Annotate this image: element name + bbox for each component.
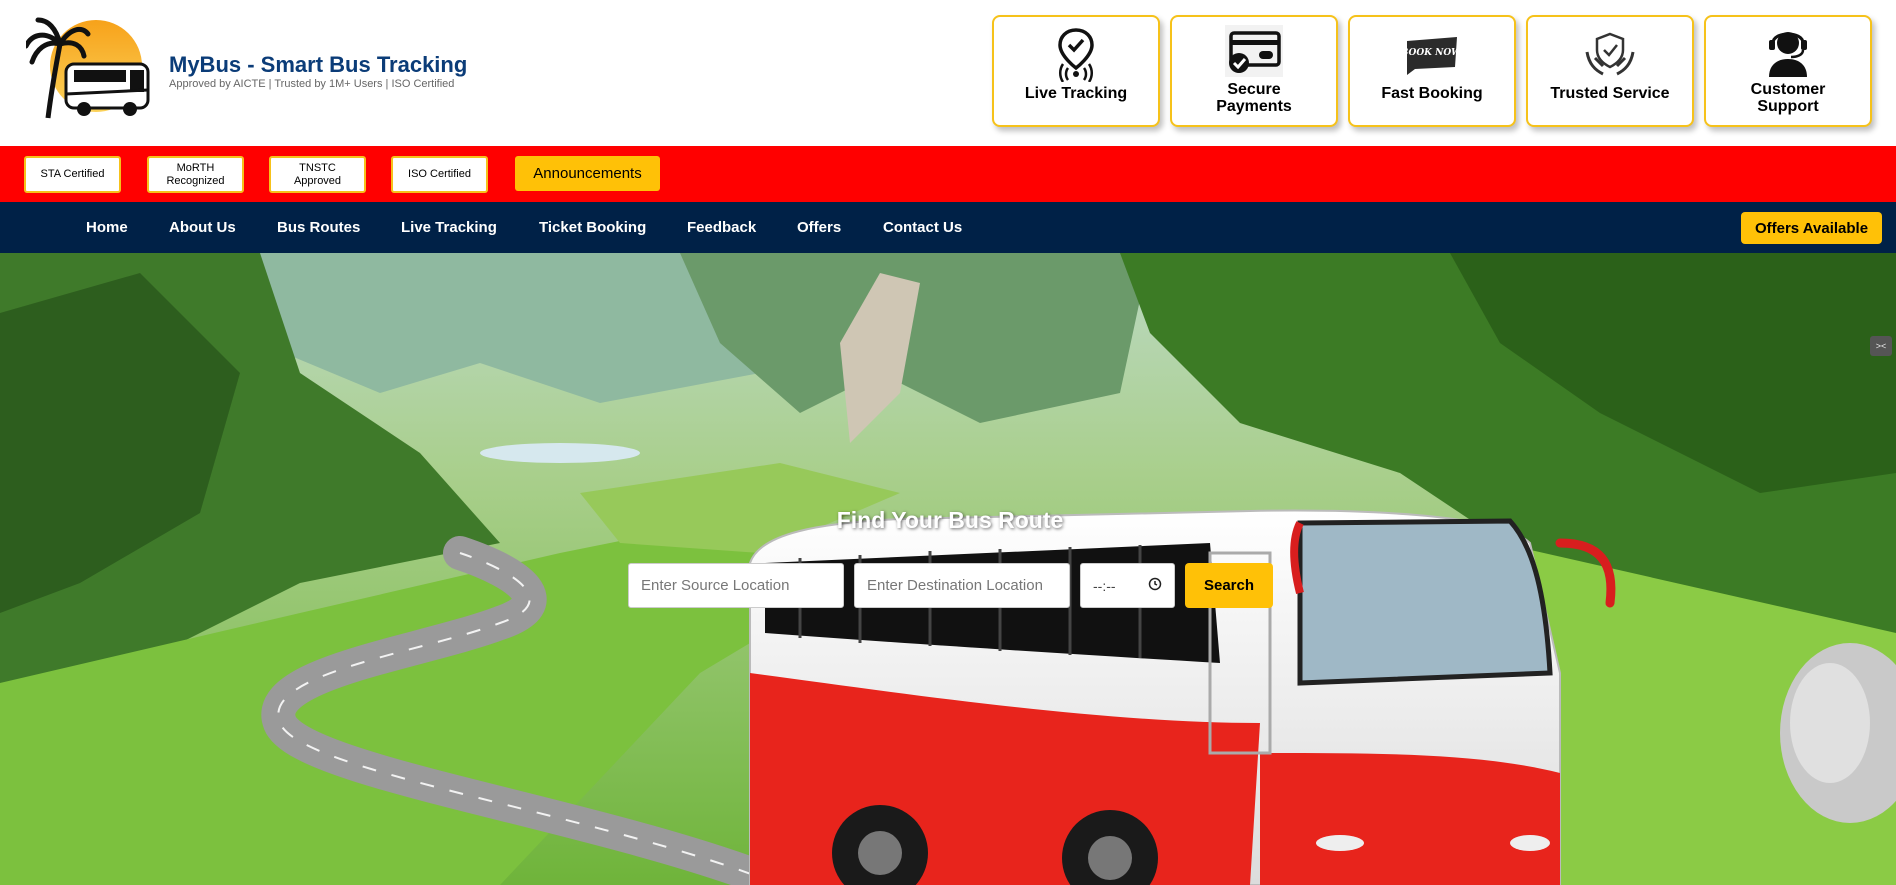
nav-item-home[interactable]: Home: [86, 202, 128, 253]
feature-secure-payments[interactable]: Secure Payments: [1170, 15, 1338, 127]
book-now-icon: BOOK NOW: [1402, 27, 1462, 83]
shield-hands-icon: [1580, 27, 1640, 83]
nav-item-contact-us[interactable]: Contact Us: [883, 202, 962, 253]
brand-subtitle: Approved by AICTE | Trusted by 1M+ Users…: [169, 78, 455, 90]
hero-title: Find Your Bus Route: [836, 507, 1064, 533]
nav-item-about-us[interactable]: About Us: [169, 202, 236, 253]
search-button[interactable]: Search: [1185, 563, 1273, 608]
feature-label: Customer Support: [1750, 81, 1826, 115]
headset-icon: [1758, 23, 1818, 79]
offers-available-button[interactable]: Offers Available: [1741, 212, 1882, 244]
nav-item-offers[interactable]: Offers: [797, 202, 841, 253]
card-check-icon: [1224, 23, 1284, 79]
feature-label: Live Tracking: [1024, 85, 1128, 102]
nav-item-live-tracking[interactable]: Live Tracking: [401, 202, 497, 253]
logo: [26, 17, 150, 119]
feature-fast-booking[interactable]: BOOK NOW Fast Booking: [1348, 15, 1516, 127]
cert-badge: MoRTH Recognized: [147, 156, 244, 193]
brand-title: MyBus - Smart Bus Tracking: [169, 52, 468, 77]
feature-customer-support[interactable]: Customer Support: [1704, 15, 1872, 127]
announcements-button[interactable]: Announcements: [515, 156, 660, 191]
location-pin-icon: [1046, 27, 1106, 83]
feature-label: Fast Booking: [1381, 85, 1483, 102]
nav-item-feedback[interactable]: Feedback: [687, 202, 756, 253]
collapse-handle-icon[interactable]: ><: [1870, 336, 1892, 356]
departure-time-input[interactable]: --:--: [1080, 563, 1175, 608]
cert-badge: TNSTC Approved: [269, 156, 366, 193]
clock-icon: [1148, 577, 1162, 594]
svg-text:BOOK NOW: BOOK NOW: [1403, 48, 1461, 58]
feature-label: Trusted Service: [1550, 85, 1670, 102]
time-value: --:--: [1093, 577, 1116, 594]
cert-badge: STA Certified: [24, 156, 121, 193]
certification-bar: STA Certified MoRTH Recognized TNSTC App…: [0, 146, 1896, 202]
feature-trusted-service[interactable]: Trusted Service: [1526, 15, 1694, 127]
nav-item-bus-routes[interactable]: Bus Routes: [277, 202, 360, 253]
source-location-input[interactable]: [628, 563, 844, 608]
main-nav: Home About Us Bus Routes Live Tracking T…: [0, 202, 1896, 253]
site-header: MyBus - Smart Bus Tracking Approved by A…: [0, 0, 1896, 146]
hero-section: Find Your Bus Route --:-- Search ><: [0, 253, 1896, 885]
feature-label: Secure Payments: [1216, 81, 1292, 115]
destination-location-input[interactable]: [854, 563, 1070, 608]
cert-badge: ISO Certified: [391, 156, 488, 193]
nav-item-ticket-booking[interactable]: Ticket Booking: [539, 202, 646, 253]
feature-live-tracking[interactable]: Live Tracking: [992, 15, 1160, 127]
